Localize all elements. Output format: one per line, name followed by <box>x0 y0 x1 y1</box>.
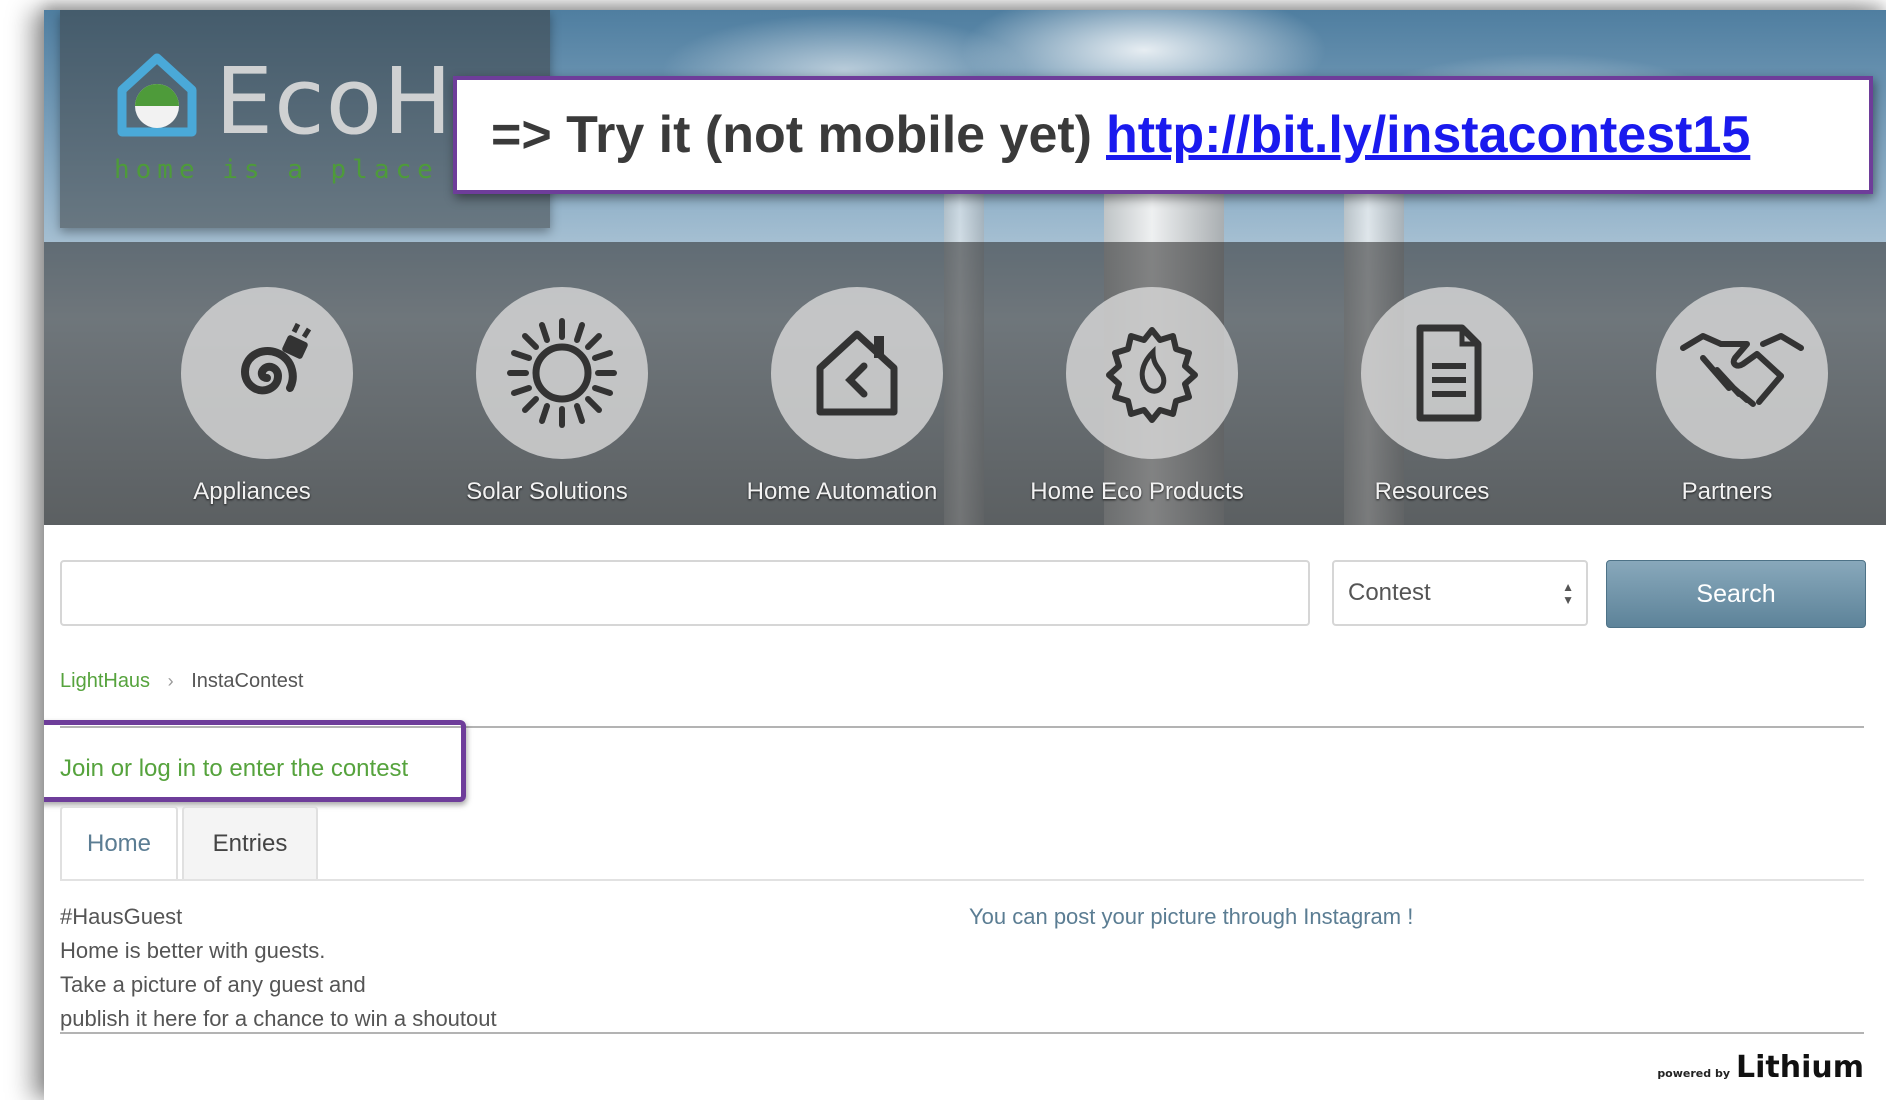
nav-circle <box>181 287 353 459</box>
nav-label: Solar Solutions <box>466 478 628 505</box>
description-line: Home is better with guests. <box>60 938 326 963</box>
sun-icon <box>507 318 617 428</box>
description-line: Take a picture of any guest and <box>60 972 366 997</box>
nav-circle <box>1361 287 1533 459</box>
search-scope-select[interactable]: Contest ▲ ▼ <box>1332 560 1588 626</box>
tab-entries[interactable]: Entries <box>182 806 318 880</box>
nav-circle <box>476 287 648 459</box>
divider <box>60 1032 1864 1034</box>
powered-by-text: powered by <box>1657 1067 1730 1080</box>
document-icon <box>1416 324 1482 422</box>
annotation-callout: => Try it (not mobile yet) http://bit.ly… <box>453 76 1873 194</box>
category-nav: Appliances Solar Solutions Home Automati… <box>44 242 1886 525</box>
nav-circle <box>1066 287 1238 459</box>
eco-badge-icon <box>1106 327 1198 423</box>
tab-home[interactable]: Home <box>60 806 178 880</box>
lithium-brand: Lithium <box>1736 1050 1864 1085</box>
nav-circle <box>1656 287 1828 459</box>
breadcrumb: LightHaus › InstaContest <box>60 670 303 693</box>
annotation-highlight-box <box>44 720 466 802</box>
nav-circle <box>771 287 943 459</box>
select-arrows-icon: ▲ ▼ <box>1562 580 1574 607</box>
nav-label: Home Automation <box>746 478 938 505</box>
callout-text: => Try it (not mobile yet) <box>491 106 1092 164</box>
powered-by-logo[interactable]: powered by Lithium <box>1657 1050 1864 1085</box>
plug-cord-icon <box>241 322 312 395</box>
browser-page: EcoHa home is a place or Appliances Sola… <box>44 10 1886 1100</box>
search-scope-value: Contest <box>1348 579 1431 606</box>
instagram-note: You can post your picture through Instag… <box>969 904 1414 929</box>
nav-item-home-automation[interactable]: Home Automation <box>722 242 962 525</box>
contest-link[interactable]: http://bit.ly/instacontest15 <box>1106 105 1750 165</box>
contest-description: #HausGuest Home is better with guests. T… <box>60 900 497 1036</box>
tab-divider <box>60 879 1864 881</box>
nav-label: Partners <box>1681 478 1773 505</box>
nav-label: Appliances <box>193 478 311 505</box>
breadcrumb-link-lighthaus[interactable]: LightHaus <box>60 670 150 692</box>
house-icon <box>816 330 898 416</box>
nav-item-resources[interactable]: Resources <box>1312 242 1552 525</box>
search-button[interactable]: Search <box>1606 560 1866 628</box>
nav-item-home-eco-products[interactable]: Home Eco Products <box>1017 242 1257 525</box>
hashtag: #HausGuest <box>60 904 183 929</box>
search-input[interactable] <box>60 560 1310 626</box>
nav-item-appliances[interactable]: Appliances <box>132 242 372 525</box>
handshake-icon <box>1680 333 1804 407</box>
nav-label: Home Eco Products <box>1030 478 1244 505</box>
chevron-right-icon: › <box>167 671 174 691</box>
nav-item-partners[interactable]: Partners <box>1607 242 1847 525</box>
logo-tagline: home is a place or <box>114 155 504 185</box>
nav-item-solar-solutions[interactable]: Solar Solutions <box>427 242 667 525</box>
breadcrumb-current: InstaContest <box>191 670 304 692</box>
description-line: publish it here for a chance to win a sh… <box>60 1006 497 1031</box>
nav-label: Resources <box>1374 478 1490 505</box>
logo-house-icon <box>117 53 197 137</box>
